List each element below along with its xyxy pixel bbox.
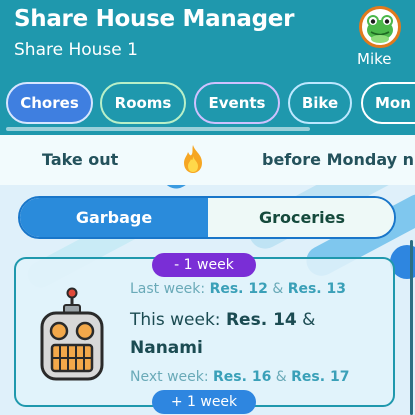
this-week-resident-1: Res. 14	[225, 310, 297, 330]
last-week-resident-1: Res. 12	[209, 281, 268, 297]
app: Share House Manager Share House 1 Mike C…	[0, 0, 415, 415]
user-name: Mike	[357, 50, 392, 68]
next-week-resident-2: Res. 17	[291, 369, 350, 385]
previous-week-button[interactable]: - 1 week	[152, 253, 256, 277]
fire-icon	[184, 145, 202, 173]
next-week-line: Next week: Res. 16 & Res. 17	[130, 369, 349, 385]
tab-bar: Chores Rooms Events Bike Mon	[0, 82, 415, 126]
last-week-separator: &	[272, 281, 284, 297]
this-week-resident-2: Nanami	[130, 338, 203, 358]
tab-bike[interactable]: Bike	[288, 82, 352, 124]
this-week-separator: &	[302, 310, 316, 330]
next-week-separator: &	[275, 369, 287, 385]
robot-icon	[40, 287, 104, 381]
house-name[interactable]: Share House 1	[14, 40, 138, 60]
this-week-line-2: Nanami	[130, 338, 203, 358]
last-week-resident-2: Res. 13	[287, 281, 346, 297]
header: Share House Manager Share House 1 Mike C…	[0, 0, 415, 135]
last-week-line: Last week: Res. 12 & Res. 13	[130, 281, 346, 297]
tab-events[interactable]: Events	[194, 82, 280, 124]
frog-avatar-icon	[367, 15, 393, 43]
next-week-prefix: Next week:	[130, 369, 209, 385]
tab-scrollbar[interactable]	[6, 127, 310, 131]
last-week-prefix: Last week:	[130, 281, 206, 297]
this-week-prefix: This week:	[130, 310, 221, 330]
ticker-text-start: Take out	[42, 150, 119, 169]
next-week-button[interactable]: + 1 week	[152, 390, 256, 414]
app-title: Share House Manager	[14, 6, 295, 32]
ticker-text-end: before Monday n	[262, 150, 415, 169]
tab-chores[interactable]: Chores	[6, 82, 93, 124]
tab-more[interactable]: Mon	[361, 82, 415, 124]
next-week-resident-1: Res. 16	[213, 369, 272, 385]
avatar[interactable]	[359, 6, 401, 48]
tab-rooms[interactable]: Rooms	[100, 82, 186, 124]
page-scrollbar[interactable]	[410, 240, 413, 415]
announcement-ticker: Take out before Monday n	[0, 135, 415, 185]
segment-groceries[interactable]: Groceries	[208, 198, 394, 237]
this-week-line: This week: Res. 14 &	[130, 310, 315, 330]
segment-garbage[interactable]: Garbage	[20, 198, 208, 237]
category-segmented-control: Garbage Groceries	[18, 196, 396, 239]
